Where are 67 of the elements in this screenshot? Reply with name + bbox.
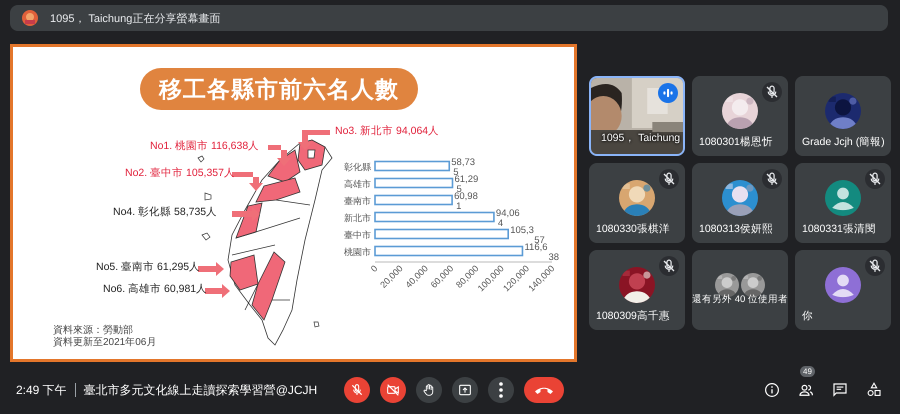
category-label: 臺中市	[344, 230, 371, 240]
participant-name: 1080301楊恩忻	[699, 135, 773, 149]
value-label: 60,981	[454, 191, 478, 212]
participant-tile[interactable]: 1080331張清閔	[795, 163, 891, 243]
callout-label: No3. 新北市 94,064人	[335, 124, 440, 138]
participant-name: Grade Jcjh (簡報)	[802, 135, 885, 149]
participant-tile[interactable]: 1080313侯妍熙	[692, 163, 788, 243]
category-label: 新北市	[344, 213, 371, 223]
arrow-icon	[198, 262, 224, 276]
shapes-icon	[865, 381, 883, 399]
participant-tile[interactable]: 還有另外 40 位使用者	[692, 250, 788, 330]
category-label: 高雄市	[344, 179, 371, 189]
participant-name: 1080309高千惠	[596, 309, 670, 323]
participant-name: 你	[802, 309, 813, 323]
camera-button[interactable]	[380, 377, 406, 403]
mic-off-icon	[762, 82, 782, 102]
participant-tile[interactable]: 你	[795, 250, 891, 330]
more-icon	[499, 382, 503, 398]
callout-label: No2. 臺中市 105,357人	[125, 166, 235, 180]
present-screen-icon	[457, 382, 473, 398]
participant-tile[interactable]: 1080309高千惠	[589, 250, 685, 330]
mic-off-icon	[865, 256, 885, 276]
arrow-icon	[298, 130, 330, 150]
participant-tile[interactable]: Grade Jcjh (簡報)	[795, 76, 891, 156]
participant-name: 1080330張棋洋	[596, 222, 670, 236]
more-options-button[interactable]	[488, 377, 514, 403]
participant-name: 1080331張清閔	[802, 222, 876, 236]
clock-time: 2:49 下午	[16, 382, 67, 398]
raise-hand-button[interactable]	[416, 377, 442, 403]
participant-tile[interactable]: 1095， Taichung	[589, 76, 685, 156]
callout-label: No6. 高雄市 60,981人	[103, 282, 208, 296]
callout-label: No1. 桃園市 116,638人	[150, 139, 260, 153]
mic-off-icon	[865, 169, 885, 189]
participant-tile[interactable]: 1080301楊恩忻	[692, 76, 788, 156]
arrow-icon	[232, 172, 263, 191]
mic-off-icon	[762, 169, 782, 189]
meeting-title: 臺北市多元文化線上走讀探索學習營@JCJH	[84, 382, 318, 398]
present-button[interactable]	[452, 377, 478, 403]
callout-label: No4. 彰化縣 58,735人	[113, 205, 218, 219]
callout-label: No5. 臺南市 61,295人	[96, 260, 200, 274]
arrow-icon	[232, 207, 260, 221]
speaking-indicator-icon	[658, 83, 678, 103]
mic-off-icon	[659, 169, 679, 189]
axis-tick-label: 0	[368, 263, 380, 274]
mic-off-icon	[349, 382, 365, 398]
mic-off-icon	[659, 256, 679, 276]
source-note: 資料來源：勞動部	[53, 325, 134, 336]
source-note: 資料更新至2021年06月	[53, 337, 156, 349]
participant-name: 1095， Taichung	[601, 131, 680, 145]
arrow-icon	[268, 145, 291, 166]
microphone-button[interactable]	[344, 377, 370, 403]
category-label: 彰化縣	[344, 162, 371, 172]
participant-tile[interactable]: 1080330張棋洋	[589, 163, 685, 243]
chat-icon	[831, 381, 849, 399]
participant-count: 49	[800, 366, 815, 377]
sharing-message: 1095， Taichung正在分享螢幕畫面	[50, 12, 220, 26]
camera-off-icon	[385, 382, 401, 398]
arrow-icon	[205, 284, 230, 298]
value-label: 116,638	[524, 242, 560, 263]
leave-call-button[interactable]	[524, 377, 564, 403]
participant-name: 1080313侯妍熙	[699, 222, 773, 236]
participant-name: 還有另外 40 位使用者	[692, 293, 788, 306]
phone-icon	[535, 386, 553, 394]
slide-title: 移工各縣市前六名人數	[140, 68, 418, 110]
category-label: 臺南市	[344, 196, 371, 206]
info-icon	[763, 381, 781, 399]
category-label: 桃園市	[344, 247, 371, 257]
